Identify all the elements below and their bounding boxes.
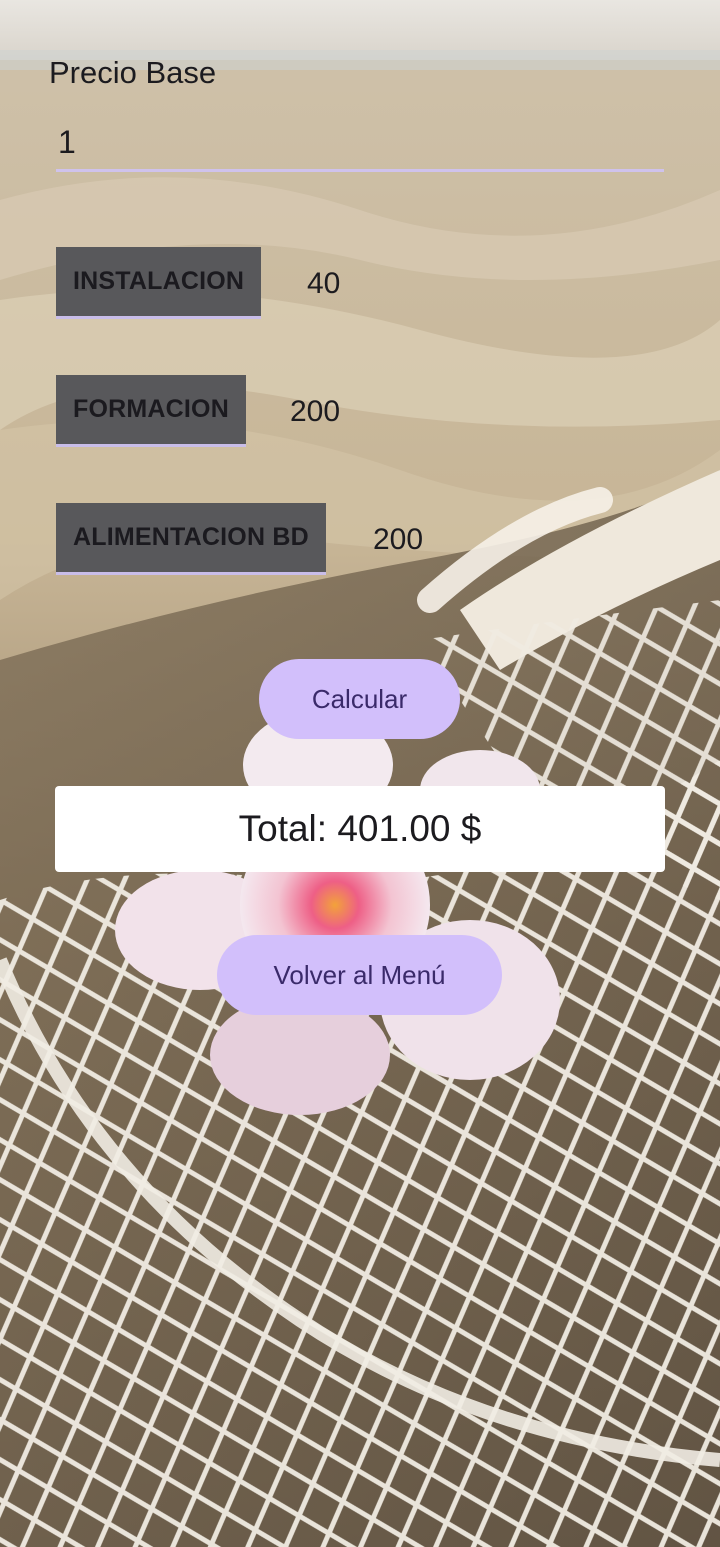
alimentacion-bd-value: 200 [373,523,424,556]
volver-al-menu-button[interactable]: Volver al Menú [217,935,502,1015]
precio-base-input[interactable]: 1 [56,112,664,172]
formacion-value: 200 [290,395,341,428]
instalacion-button[interactable]: INSTALACION [56,247,262,319]
beach-background-image [0,0,720,1547]
formacion-button[interactable]: FORMACION [56,375,246,447]
precio-base-label: Precio Base [49,55,217,90]
alimentacion-bd-button[interactable]: ALIMENTACION BD [56,503,326,575]
total-display: Total: 401.00 $ [55,786,665,872]
instalacion-value: 40 [307,267,341,300]
calcular-button[interactable]: Calcular [259,659,460,739]
